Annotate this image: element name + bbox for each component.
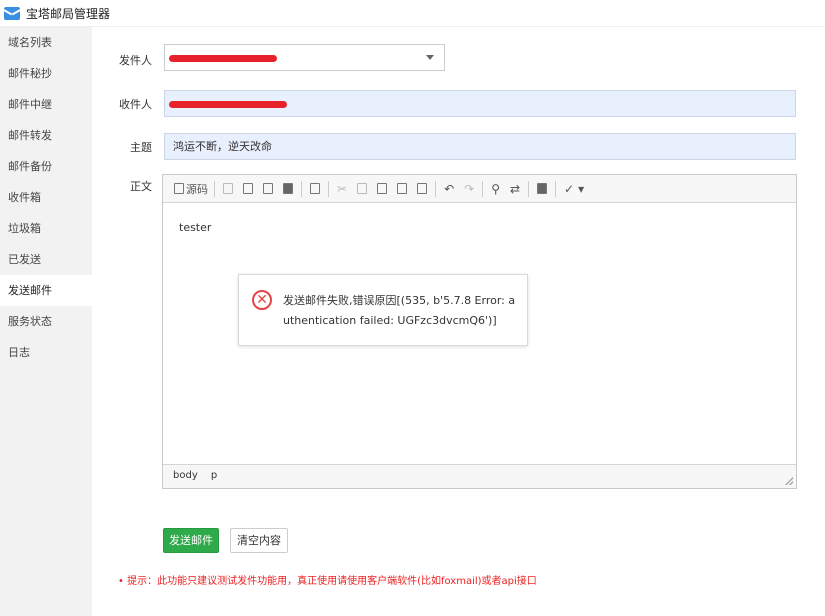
toolbar-divider <box>301 180 302 197</box>
paste-text-button[interactable] <box>392 179 412 199</box>
sidebar-item-mail-forward[interactable]: 邮件转发 <box>0 120 92 151</box>
find-button[interactable]: ⚲ <box>486 179 505 199</box>
sidebar-item-domain-list[interactable]: 域名列表 <box>0 27 92 58</box>
editor-toolbar: 源码 ✂ ↶ ↷ ⚲ ⇄ ✓ ▾ <box>163 175 796 203</box>
sidebar-item-service-status[interactable]: 服务状态 <box>0 306 92 337</box>
subject-label: 主题 <box>130 141 152 154</box>
cut-button[interactable]: ✂ <box>332 179 352 199</box>
error-message: 发送邮件失败,错误原因[(535, b'5.7.8 Error: authent… <box>283 294 516 327</box>
resize-handle-icon[interactable] <box>785 477 793 485</box>
source-label: 源码 <box>186 182 208 196</box>
sidebar-item-trash[interactable]: 垃圾箱 <box>0 213 92 244</box>
path-element[interactable]: body <box>173 470 198 481</box>
error-icon: ✕ <box>252 290 272 310</box>
mail-icon <box>4 6 20 20</box>
toolbar-divider <box>482 180 484 197</box>
body-label: 正文 <box>130 180 152 193</box>
new-page-button[interactable] <box>238 179 258 199</box>
subject-input[interactable]: 鸿运不断，逆天改命 <box>164 133 796 160</box>
sidebar: 域名列表 邮件秘抄 邮件中继 邮件转发 邮件备份 收件箱 垃圾箱 已发送 发送邮… <box>0 27 92 616</box>
spellcheck-icon: ✓ <box>564 181 575 196</box>
send-mail-button[interactable]: 发送邮件 <box>163 528 219 553</box>
sidebar-item-mail-backup[interactable]: 邮件备份 <box>0 151 92 182</box>
redo-icon: ↷ <box>464 181 475 196</box>
redaction-mark <box>169 55 277 62</box>
window-title: 宝塔邮局管理器 <box>26 6 111 21</box>
toolbar-divider <box>328 180 329 197</box>
replace-icon: ⇄ <box>509 181 521 196</box>
chevron-down-icon <box>426 55 434 60</box>
paste-icon <box>377 183 388 194</box>
sidebar-item-send-mail[interactable]: 发送邮件 <box>0 275 92 306</box>
editor-path-bar: body p <box>163 464 796 488</box>
redaction-mark <box>169 101 287 108</box>
select-all-button[interactable] <box>532 179 552 199</box>
replace-button[interactable]: ⇄ <box>505 179 525 199</box>
paste-word-icon <box>417 183 428 194</box>
toolbar-divider <box>528 180 530 197</box>
preview-icon <box>263 183 273 194</box>
chevron-down-icon: ▾ <box>578 181 585 196</box>
search-icon: ⚲ <box>491 181 500 196</box>
toolbar-divider <box>555 180 557 197</box>
recipient-label: 收件人 <box>119 98 152 111</box>
cut-icon: ✂ <box>337 181 348 196</box>
undo-button[interactable]: ↶ <box>439 179 459 199</box>
templates-icon <box>310 183 320 194</box>
sidebar-item-inbox[interactable]: 收件箱 <box>0 182 92 213</box>
error-dialog: ✕ 发送邮件失败,错误原因[(535, b'5.7.8 Error: authe… <box>238 274 528 346</box>
recipient-input[interactable] <box>164 90 796 117</box>
save-button[interactable] <box>218 179 238 199</box>
copy-icon <box>357 183 368 194</box>
source-icon <box>174 183 184 194</box>
sidebar-item-logs[interactable]: 日志 <box>0 337 92 368</box>
window-titlebar: 宝塔邮局管理器 <box>0 0 825 27</box>
new-page-icon <box>243 183 253 194</box>
source-button[interactable]: 源码 <box>169 179 211 199</box>
sidebar-item-mail-bcc[interactable]: 邮件秘抄 <box>0 58 92 89</box>
clear-content-button[interactable]: 清空内容 <box>230 528 288 553</box>
sidebar-item-sent[interactable]: 已发送 <box>0 244 92 275</box>
templates-button[interactable] <box>305 179 325 199</box>
paste-button[interactable] <box>372 179 392 199</box>
preview-button[interactable] <box>258 179 278 199</box>
sidebar-item-mail-relay[interactable]: 邮件中继 <box>0 89 92 120</box>
save-icon <box>223 183 233 194</box>
redo-button[interactable]: ↷ <box>459 179 479 199</box>
spellcheck-button[interactable]: ✓ ▾ <box>559 179 589 199</box>
sender-select[interactable] <box>164 44 445 71</box>
path-element[interactable]: p <box>211 470 217 481</box>
print-icon <box>283 183 293 194</box>
undo-icon: ↶ <box>444 181 455 196</box>
select-all-icon <box>537 183 548 194</box>
paste-word-button[interactable] <box>412 179 432 199</box>
editor-text: tester <box>179 221 212 234</box>
paste-text-icon <box>397 183 408 194</box>
copy-button[interactable] <box>352 179 372 199</box>
sender-label: 发件人 <box>119 54 152 67</box>
toolbar-divider <box>214 180 215 197</box>
print-button[interactable] <box>278 179 298 199</box>
tip-text: • 提示：此功能只建议测试发件功能用，真正使用请使用客户端软件(比如foxmai… <box>118 576 537 587</box>
toolbar-divider <box>435 180 437 197</box>
